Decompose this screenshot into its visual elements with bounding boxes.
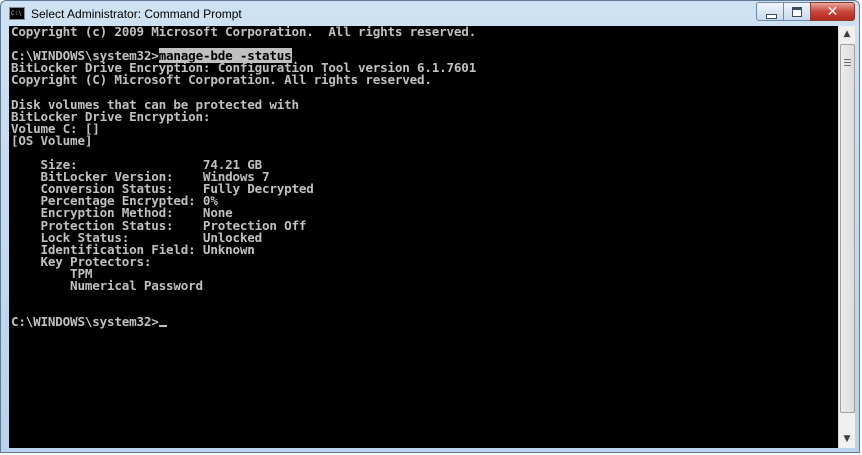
close-icon: ✕: [826, 4, 839, 20]
console-line: [OS Volume]: [11, 132, 93, 148]
console-output[interactable]: Copyright (c) 2009 Microsoft Corporation…: [9, 26, 838, 448]
console-line: BitLocker Drive Encryption:: [11, 108, 211, 124]
prompt-text: C:\WINDOWS\system32>: [11, 314, 159, 330]
command-prompt-window: C:\ Select Administrator: Command Prompt…: [0, 0, 860, 453]
scroll-up-icon[interactable]: ▲: [839, 26, 855, 43]
minimize-icon: [766, 14, 777, 19]
console-line: Copyright (C) Microsoft Corporation. All…: [11, 72, 432, 88]
close-button[interactable]: ✕: [810, 2, 855, 21]
console-line: Key Protectors:: [11, 253, 152, 269]
minimize-button[interactable]: [756, 2, 783, 21]
console-line: Numerical Password: [11, 277, 203, 293]
window-title: Select Administrator: Command Prompt: [31, 7, 242, 21]
scrollbar-thumb[interactable]: [840, 44, 855, 413]
console-line: Copyright (c) 2009 Microsoft Corporation…: [11, 26, 477, 39]
scroll-down-icon[interactable]: ▼: [839, 431, 855, 448]
maximize-icon: [792, 7, 802, 17]
console-line: Volume C: []: [11, 120, 100, 136]
console-prompt-line[interactable]: C:\WINDOWS\system32>: [9, 314, 838, 330]
cmd-icon[interactable]: C:\: [9, 7, 25, 20]
title-bar[interactable]: C:\ Select Administrator: Command Prompt…: [1, 1, 859, 27]
text-cursor: [158, 325, 167, 328]
grip-icon: [844, 59, 851, 66]
maximize-button[interactable]: [783, 2, 810, 21]
vertical-scrollbar[interactable]: ▲ ▼: [838, 26, 855, 448]
window-controls: ✕: [756, 2, 855, 22]
